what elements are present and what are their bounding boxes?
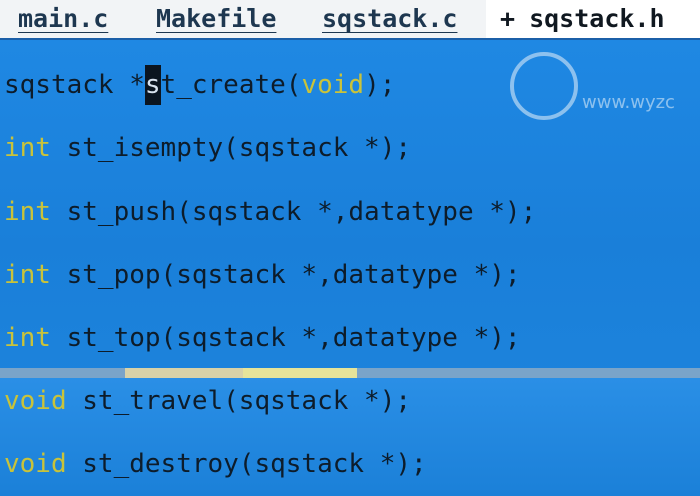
- code-line-6: void st_travel(sqstack *);: [4, 381, 411, 421]
- code-return-type: sqstack: [4, 70, 130, 100]
- tab-main-c[interactable]: main.c: [18, 0, 108, 38]
- status-segment: [243, 368, 357, 378]
- code-line-4: int st_pop(sqstack *,datatype *);: [4, 255, 521, 295]
- tab-makefile[interactable]: Makefile: [156, 0, 276, 38]
- code-text: st_push(sqstack *,datatype *);: [50, 197, 537, 227]
- modified-marker: +: [500, 4, 516, 33]
- text-cursor: s: [144, 65, 161, 105]
- tab-sqstack-h-label: sqstack.h: [529, 4, 665, 33]
- code-line-1: sqstack *st_create(void);: [4, 65, 395, 105]
- code-text: st_top(sqstack *,datatype *);: [50, 323, 521, 353]
- code-text: st_isempty(sqstack *);: [50, 133, 411, 163]
- code-line-3: int st_push(sqstack *,datatype *);: [4, 192, 536, 232]
- code-keyword: void: [4, 386, 67, 416]
- code-text: st_destroy(sqstack *);: [66, 449, 427, 479]
- code-keyword: int: [4, 133, 51, 163]
- code-function-name: t_create(: [160, 70, 302, 100]
- status-line: [0, 368, 700, 378]
- code-keyword: int: [4, 323, 51, 353]
- status-segment: [125, 368, 243, 378]
- code-text: st_travel(sqstack *);: [66, 386, 411, 416]
- code-pointer-star: *: [129, 70, 145, 100]
- code-line-2: int st_isempty(sqstack *);: [4, 128, 411, 168]
- code-keyword: int: [4, 197, 51, 227]
- code-editor[interactable]: www.wyzc sqstack *st_create(void); int s…: [0, 40, 700, 496]
- tab-sqstack-c[interactable]: sqstack.c: [322, 0, 457, 38]
- tab-bar: main.c Makefile sqstack.c + sqstack.h: [0, 0, 700, 40]
- watermark-logo-icon: [510, 52, 578, 120]
- code-keyword: void: [301, 70, 365, 100]
- code-line-7: void st_destroy(sqstack *);: [4, 444, 427, 484]
- tab-sqstack-h[interactable]: + sqstack.h: [486, 0, 700, 38]
- code-text: st_pop(sqstack *,datatype *);: [50, 260, 521, 290]
- code-line-end: );: [364, 70, 396, 100]
- code-keyword: int: [4, 260, 51, 290]
- watermark-text: www.wyzc: [582, 92, 675, 113]
- watermark: www.wyzc: [490, 52, 700, 142]
- code-keyword: void: [4, 449, 67, 479]
- code-line-5: int st_top(sqstack *,datatype *);: [4, 318, 521, 358]
